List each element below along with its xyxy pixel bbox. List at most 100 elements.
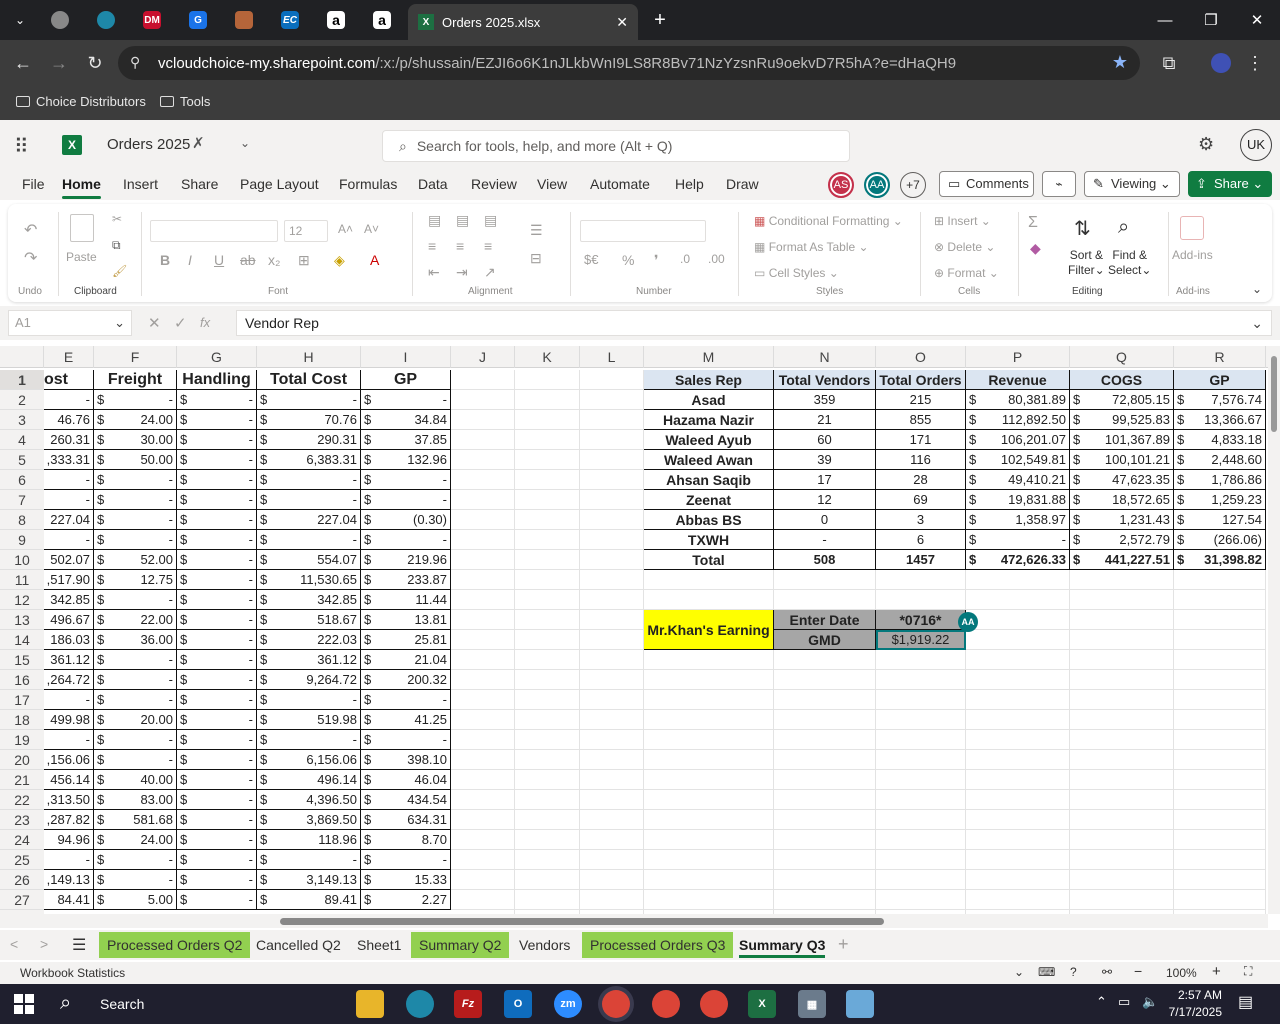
summary-cell[interactable]: Ahsan Saqib [644,470,774,490]
left-table-cell[interactable]: - [44,470,94,490]
grid-cell[interactable] [1070,730,1174,750]
left-table-cell[interactable]: $ - [94,670,177,690]
excel-taskbar-icon[interactable]: X [748,990,776,1018]
gmd-label[interactable]: GMD [774,630,876,650]
summary-cell[interactable]: 215 [876,390,966,410]
file-explorer-icon[interactable] [356,990,384,1018]
font-size-dropdown[interactable]: 12 [284,220,328,242]
summary-cell[interactable]: Waleed Awan [644,450,774,470]
left-table-cell[interactable]: $219.96 [361,550,451,570]
window-close-icon[interactable]: ✕ [1234,0,1280,40]
strikethrough-icon[interactable]: ab [240,252,256,268]
left-table-cell[interactable]: $ - [177,630,257,650]
grid-cell[interactable] [451,510,515,530]
grid-cell[interactable] [774,650,876,670]
pinned-tab-6[interactable]: EC [270,6,310,34]
viewing-mode-button[interactable]: ✎ Viewing ⌄ [1084,171,1180,197]
left-table-cell[interactable]: $ - [177,590,257,610]
row-header[interactable]: 20 [0,750,44,770]
bookmark-star-icon[interactable]: ★ [1112,52,1128,73]
summary-cell[interactable]: $2,448.60 [1174,450,1266,470]
grid-cell[interactable] [774,870,876,890]
left-table-cell[interactable]: $30.00 [94,430,177,450]
grid-cell[interactable] [774,590,876,610]
left-table-cell[interactable]: $ - [177,610,257,630]
left-table-cell[interactable]: $290.31 [257,430,361,450]
column-header-g[interactable]: G [177,346,257,368]
row-header[interactable]: 11 [0,570,44,590]
grid-cell[interactable] [580,370,644,390]
left-table-cell[interactable]: $3,869.50 [257,810,361,830]
column-header-e[interactable]: E [44,346,94,368]
column-header-i[interactable]: I [361,346,451,368]
grid-cell[interactable] [515,630,580,650]
left-table-cell[interactable]: 499.98 [44,710,94,730]
left-table-cell[interactable]: 260.31 [44,430,94,450]
address-bar[interactable]: ⚲ vcloudchoice-my.sharepoint.com/:x:/p/s… [118,46,1140,80]
left-table-cell[interactable]: $ - [177,510,257,530]
grid-cell[interactable] [451,710,515,730]
decrease-indent-icon[interactable]: ⇤ [428,264,440,281]
active-tab[interactable]: X Orders 2025.xlsx ✕ [408,4,638,40]
grid-cell[interactable] [876,890,966,910]
summary-cell[interactable]: 17 [774,470,876,490]
sort-filter-icon[interactable]: ⇅ [1074,216,1091,241]
notifications-icon[interactable]: ▤ [1238,992,1253,1012]
row-header[interactable]: 8 [0,510,44,530]
pinned-tab-8[interactable]: a [362,6,402,34]
grid-cell[interactable] [1174,590,1266,610]
tab-formulas[interactable]: Formulas [339,176,397,192]
grid-cell[interactable] [774,890,876,910]
left-table-cell[interactable]: $200.32 [361,670,451,690]
grid-cell[interactable] [644,810,774,830]
grid-cell[interactable] [515,610,580,630]
summary-cell[interactable]: $1,786.86 [1174,470,1266,490]
grid-cell[interactable] [644,750,774,770]
italic-icon[interactable]: I [188,252,192,268]
grid-cell[interactable] [451,430,515,450]
grid-cell[interactable] [876,690,966,710]
left-table-cell[interactable]: $ - [94,510,177,530]
grid-cell[interactable] [451,650,515,670]
left-table-cell[interactable]: $227.04 [257,510,361,530]
left-table-header[interactable]: Freight [94,370,177,390]
left-table-cell[interactable]: $22.00 [94,610,177,630]
grid-cell[interactable] [876,870,966,890]
align-right-icon[interactable]: ≡ [484,238,492,254]
tray-chevron-icon[interactable]: ⌃ [1096,994,1107,1010]
left-table-cell[interactable]: 46.76 [44,410,94,430]
grid-cell[interactable] [580,650,644,670]
grid-cell[interactable] [580,890,644,910]
vertical-scrollbar[interactable] [1268,346,1280,914]
row-header[interactable]: 2 [0,390,44,410]
left-table-cell[interactable]: $132.96 [361,450,451,470]
left-table-cell[interactable]: $8.70 [361,830,451,850]
tab-help[interactable]: Help [675,176,704,192]
left-table-cell[interactable]: $ - [177,570,257,590]
left-table-cell[interactable]: $ - [94,850,177,870]
left-table-cell[interactable]: 502.07 [44,550,94,570]
keyboard-icon[interactable]: ⌨ [1038,965,1055,979]
summary-cell[interactable]: 60 [774,430,876,450]
gmd-value[interactable]: $1,919.22 [876,630,966,650]
grid-cell[interactable] [515,670,580,690]
column-header-n[interactable]: N [774,346,876,368]
clock-date[interactable]: 7/17/2025 [1166,1005,1222,1019]
sheet-tab-cancelled-q2[interactable]: Cancelled Q2 [248,932,349,958]
underline-icon[interactable]: U [214,252,224,268]
left-table-cell[interactable]: $ - [257,470,361,490]
spreadsheet-grid[interactable]: EFGHIJKLMNOPQR 1 2 3 4 5 6 7 8 9 10 11 12 13 14 15 16 17… [0,346,1268,914]
grid-cell[interactable] [1070,870,1174,890]
left-table-cell[interactable]: $ - [177,770,257,790]
add-ins-icon[interactable] [1180,216,1204,240]
grid-cell[interactable] [451,450,515,470]
left-table-cell[interactable]: - [44,690,94,710]
row-header[interactable]: 25 [0,850,44,870]
grid-cell[interactable] [774,690,876,710]
grid-cell[interactable] [451,610,515,630]
grid-cell[interactable] [451,390,515,410]
enter-date-value[interactable]: *0716* [876,610,966,630]
summary-cell[interactable]: 1457 [876,550,966,570]
summary-cell[interactable]: Asad [644,390,774,410]
grid-cell[interactable] [1070,890,1174,910]
